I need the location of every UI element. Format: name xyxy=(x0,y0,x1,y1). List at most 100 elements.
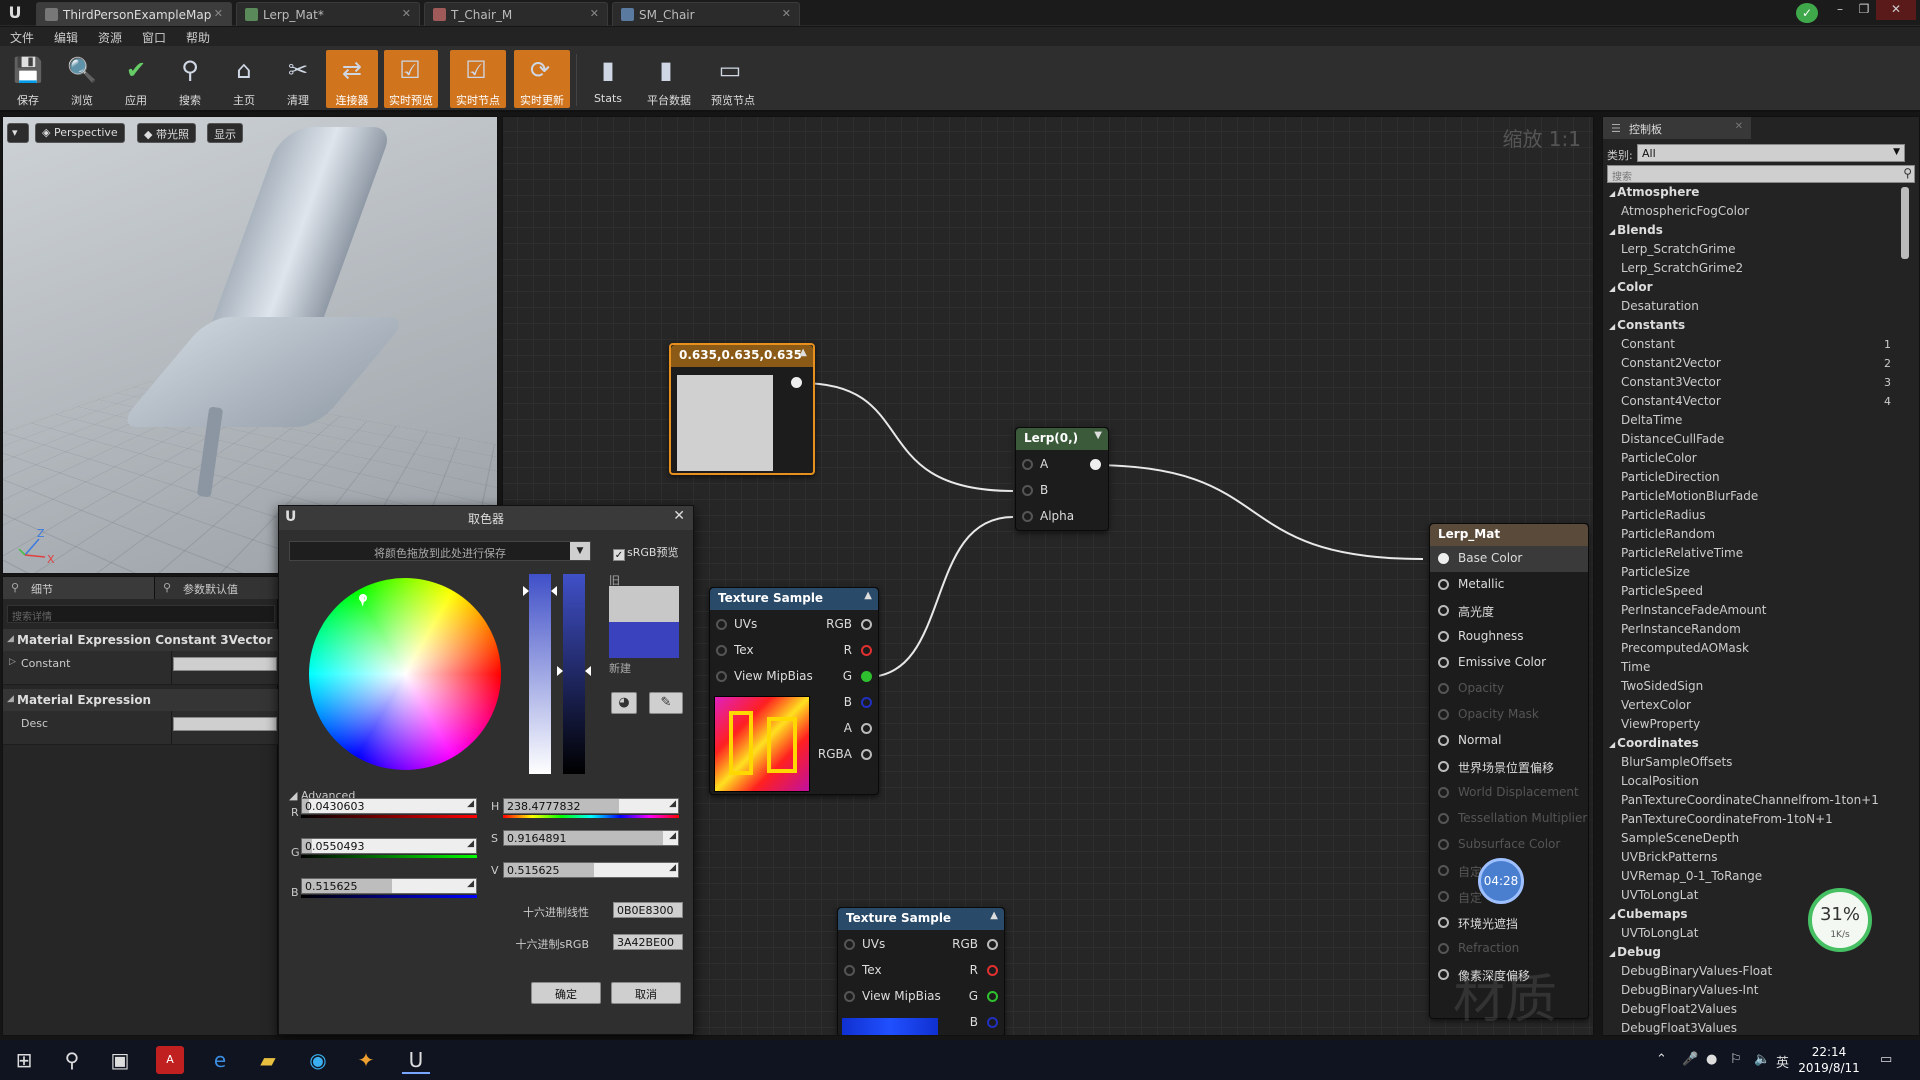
output-pin[interactable] xyxy=(987,1017,998,1028)
output-pin[interactable] xyxy=(861,723,872,734)
expand-icon[interactable]: ▷ xyxy=(9,657,16,667)
input-pin[interactable] xyxy=(844,991,855,1002)
collapse-icon[interactable]: ▲ xyxy=(864,590,872,601)
palette-item[interactable]: Lerp_ScratchGrime2 xyxy=(1607,261,1897,280)
g-slider[interactable]: 0.0550493 ◢ xyxy=(301,838,477,854)
palette-item[interactable]: ParticleSize xyxy=(1607,565,1897,584)
input-pin[interactable] xyxy=(1438,735,1449,746)
menu-help[interactable]: 帮助 xyxy=(186,29,210,46)
palette-scrollbar[interactable] xyxy=(1901,187,1909,259)
apply-button[interactable]: ✔ 应用 xyxy=(110,50,162,108)
input-pin[interactable] xyxy=(716,645,727,656)
palette-item[interactable]: BlurSampleOffsets xyxy=(1607,755,1897,774)
palette-item[interactable]: VertexColor xyxy=(1607,698,1897,717)
palette-item[interactable]: Constant3Vector 3 xyxy=(1607,375,1897,394)
palette-item[interactable]: DistanceCullFade xyxy=(1607,432,1897,451)
palette-item[interactable]: ParticleRelativeTime xyxy=(1607,546,1897,565)
ok-button[interactable]: 确定 xyxy=(531,982,601,1004)
palette-category[interactable]: ◢ Constants xyxy=(1607,318,1897,337)
timer-badge[interactable]: 04:28 xyxy=(1478,858,1524,904)
texture-sample-node[interactable]: Texture Sample ▲ UVs RGB Tex R View MipBia… xyxy=(709,587,879,795)
input-pin[interactable] xyxy=(1438,709,1449,720)
input-pin[interactable] xyxy=(1438,813,1449,824)
input-pin[interactable] xyxy=(1438,631,1449,642)
input-pin[interactable] xyxy=(844,939,855,950)
output-pin[interactable] xyxy=(791,377,802,388)
input-pin[interactable] xyxy=(1022,459,1033,470)
picker-title-bar[interactable]: 取色器 xyxy=(279,506,693,530)
h-slider[interactable]: 238.4777832 ◢ xyxy=(503,798,679,814)
palette-item[interactable]: PerInstanceRandom xyxy=(1607,622,1897,641)
palette-item[interactable]: SampleSceneDepth xyxy=(1607,831,1897,850)
palette-item[interactable]: PerInstanceFadeAmount xyxy=(1607,603,1897,622)
hex-linear-field[interactable]: 0B0E8300 xyxy=(613,902,683,918)
input-pin[interactable] xyxy=(844,965,855,976)
palette-item[interactable]: Desaturation xyxy=(1607,299,1897,318)
task-view-icon[interactable]: ▣ xyxy=(106,1046,134,1074)
palette-item[interactable]: ParticleRandom xyxy=(1607,527,1897,546)
output-pin[interactable] xyxy=(861,671,872,682)
restore-icon[interactable]: ❐ xyxy=(1852,0,1876,20)
palette-item[interactable]: Constant 1 xyxy=(1607,337,1897,356)
palette-item[interactable]: TwoSidedSign xyxy=(1607,679,1897,698)
input-pin[interactable] xyxy=(1438,839,1449,850)
palette-category[interactable]: ◢ Color xyxy=(1607,280,1897,299)
tab-details[interactable]: ⚲ 细节 xyxy=(3,577,155,599)
constant3vector-node[interactable]: 0.635,0.635,0.635 ▲ xyxy=(669,343,815,475)
live-preview-button[interactable]: ☑ 实时预览 xyxy=(384,50,438,108)
input-pin[interactable] xyxy=(1438,969,1449,980)
v-slider[interactable]: 0.515625 ◢ xyxy=(503,862,679,878)
input-pin[interactable] xyxy=(1022,511,1033,522)
menu-edit[interactable]: 编辑 xyxy=(54,29,78,46)
tab-map[interactable]: ThirdPersonExampleMap ✕ xyxy=(36,2,232,26)
viewport-options-button[interactable]: ▾ xyxy=(7,123,29,143)
preview-node-button[interactable]: ▭ 预览节点 xyxy=(704,50,762,108)
constant-value-field[interactable] xyxy=(173,657,277,671)
category-select[interactable]: All ▼ xyxy=(1637,144,1905,162)
palette-category[interactable]: ◢ Coordinates xyxy=(1607,736,1897,755)
input-pin[interactable] xyxy=(1438,683,1449,694)
palette-item[interactable]: DeltaTime xyxy=(1607,413,1897,432)
qq-icon[interactable]: ◉ xyxy=(304,1046,332,1074)
save-button[interactable]: 💾 保存 xyxy=(2,50,54,108)
clean-button[interactable]: ✂ 清理 xyxy=(272,50,324,108)
palette-category[interactable]: ◢ Blends xyxy=(1607,223,1897,242)
srgb-preview-checkbox[interactable]: ✓ sRGB预览 xyxy=(613,544,678,561)
palette-item[interactable]: ParticleColor xyxy=(1607,451,1897,470)
texture-sample-node-2[interactable]: Texture Sample ▲ UVs RGB Tex R View MipBia… xyxy=(837,907,1005,1036)
lit-button[interactable]: ◆ 带光照 xyxy=(137,123,196,143)
tab-palette[interactable]: ☰ 控制板 ✕ xyxy=(1603,117,1751,139)
palette-item[interactable]: Constant2Vector 2 xyxy=(1607,356,1897,375)
output-pin[interactable] xyxy=(861,619,872,630)
section-material-expression[interactable]: ◢ Material Expression xyxy=(3,689,279,711)
close-icon[interactable]: ✕ xyxy=(214,7,223,20)
saturation-bar[interactable] xyxy=(529,574,551,774)
app-icon[interactable]: A xyxy=(156,1046,184,1074)
browse-button[interactable]: 🔍 浏览 xyxy=(56,50,108,108)
palette-item[interactable]: ParticleDirection xyxy=(1607,470,1897,489)
palette-item[interactable]: PrecomputedAOMask xyxy=(1607,641,1897,660)
tab-material[interactable]: Lerp_Mat* ✕ xyxy=(236,2,420,26)
edge-icon[interactable]: e xyxy=(206,1046,234,1074)
r-slider[interactable]: 0.0430603 ◢ xyxy=(301,798,477,814)
palette-item[interactable]: DebugFloat2Values xyxy=(1607,1002,1897,1021)
tab-param-defaults[interactable]: ⚲ 参数默认值 xyxy=(155,577,279,599)
palette-item[interactable]: PanTextureCoordinateFrom-1toN+1 xyxy=(1607,812,1897,831)
menu-window[interactable]: 窗口 xyxy=(142,29,166,46)
store-icon[interactable]: ✦ xyxy=(352,1046,380,1074)
input-pin[interactable] xyxy=(1438,579,1449,590)
input-pin[interactable] xyxy=(716,671,727,682)
connector-button[interactable]: ⇄ 连接器 xyxy=(326,50,378,108)
palette-item[interactable]: Lerp_ScratchGrime xyxy=(1607,242,1897,261)
details-search-input[interactable]: 搜索详情 xyxy=(7,605,275,623)
palette-item[interactable]: AtmosphericFogColor xyxy=(1607,204,1897,223)
mic-icon[interactable]: 🎤 xyxy=(1682,1052,1698,1067)
palette-item[interactable]: Constant4Vector 4 xyxy=(1607,394,1897,413)
close-icon[interactable]: ✕ xyxy=(673,508,685,524)
input-pin[interactable] xyxy=(1438,657,1449,668)
output-pin[interactable] xyxy=(987,991,998,1002)
network-monitor[interactable]: 31% 1K/s xyxy=(1808,888,1872,952)
input-pin[interactable] xyxy=(1438,605,1449,616)
output-pin[interactable] xyxy=(1090,459,1101,470)
minimize-icon[interactable]: – xyxy=(1828,0,1852,20)
